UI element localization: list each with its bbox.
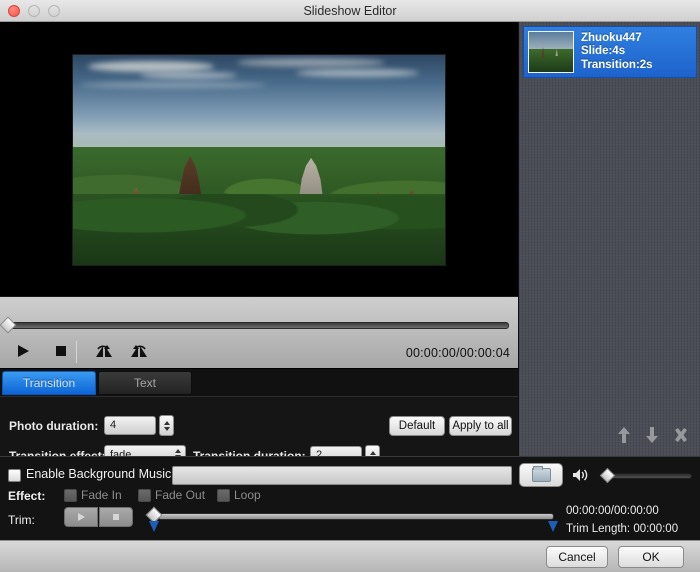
stepper-down-icon[interactable]: [163, 426, 170, 431]
trim-length: Trim Length: 00:00:00: [566, 523, 679, 535]
music-path-input[interactable]: [172, 466, 512, 485]
volume-slider-handle[interactable]: [599, 467, 616, 484]
photo-duration-label: Photo duration:: [9, 419, 99, 433]
stop-icon: [53, 343, 69, 364]
loop-label: Loop: [234, 488, 261, 502]
dialog-footer: Cancel OK: [0, 540, 700, 572]
playback-scrubber-track[interactable]: [9, 322, 509, 329]
move-down-icon[interactable]: [645, 426, 659, 449]
trim-end-marker[interactable]: [548, 521, 558, 532]
stepper-up-icon[interactable]: [369, 450, 376, 455]
title-bar: Slideshow Editor: [0, 0, 700, 22]
trim-label: Trim:: [8, 513, 35, 527]
cloud: [80, 82, 267, 89]
slide-duration: Slide:4s: [581, 45, 626, 58]
stop-button[interactable]: [46, 341, 76, 365]
playback-timecode: 00:00:00/00:00:04: [405, 346, 510, 360]
enable-background-music-checkbox[interactable]: [8, 469, 21, 482]
loop-checkbox[interactable]: [217, 489, 230, 502]
trim-stop-button[interactable]: [99, 507, 133, 527]
folder-icon: [531, 466, 551, 482]
browse-music-button[interactable]: [519, 463, 563, 487]
playback-scrubber-handle[interactable]: [0, 316, 17, 334]
cloud: [87, 61, 215, 73]
preview-area: [0, 22, 518, 296]
trim-timecode: 00:00:00/00:00:00: [566, 505, 659, 517]
rotate-right-icon: [130, 343, 150, 364]
cloud: [139, 72, 237, 80]
cloud: [236, 58, 386, 68]
toolbar-divider: [76, 341, 77, 363]
move-up-icon[interactable]: [617, 426, 631, 449]
default-button[interactable]: Default: [389, 416, 445, 436]
photo-duration-input[interactable]: 4: [104, 416, 156, 435]
apply-to-all-button[interactable]: Apply to all: [449, 416, 512, 436]
slide-transition: Transition:2s: [581, 58, 653, 71]
slide-list-tools: [519, 420, 700, 454]
trim-start-marker[interactable]: [149, 521, 159, 532]
playback-bar: 00:00:00/00:00:04: [0, 296, 518, 368]
window-title: Slideshow Editor: [303, 3, 397, 18]
slide-list-item[interactable]: Zhuoku447 Slide:4s Transition:2s: [523, 26, 697, 78]
trim-slider-track[interactable]: [158, 513, 554, 520]
enable-background-music-label: Enable Background Music: [26, 467, 172, 481]
fade-out-label: Fade Out: [155, 488, 206, 502]
remove-icon[interactable]: [673, 427, 689, 448]
photo-duration-stepper[interactable]: [159, 415, 174, 436]
photo-foreground-trees: [73, 193, 445, 265]
play-button[interactable]: [8, 341, 38, 365]
cloud: [296, 69, 419, 78]
fade-out-checkbox[interactable]: [138, 489, 151, 502]
rotate-left-icon: [93, 343, 113, 364]
slide-thumbnail: [528, 31, 574, 73]
editor-tabs: Transition Text: [0, 368, 518, 396]
fade-in-label: Fade In: [81, 488, 122, 502]
tab-transition[interactable]: Transition: [2, 371, 96, 395]
background-music-panel: Enable Background Music Effect: Fade In …: [0, 456, 700, 540]
ok-button[interactable]: OK: [618, 546, 684, 568]
slideshow-editor-window: Slideshow Editor 00:00:00/00:00:04 Trans…: [0, 0, 700, 572]
tab-text[interactable]: Text: [98, 371, 192, 395]
volume-slider-track[interactable]: [608, 473, 692, 479]
preview-image[interactable]: [72, 54, 446, 266]
rotate-right-button[interactable]: [125, 341, 155, 365]
rotate-left-button[interactable]: [88, 341, 118, 365]
playback-controls: 00:00:00/00:00:04: [0, 337, 518, 369]
slide-name: Zhuoku447: [581, 31, 642, 44]
volume-icon[interactable]: [572, 468, 590, 487]
stepper-up-icon[interactable]: [163, 420, 170, 425]
fade-in-checkbox[interactable]: [64, 489, 77, 502]
trim-play-button[interactable]: [64, 507, 98, 527]
play-icon: [15, 343, 31, 364]
effect-label: Effect:: [8, 489, 46, 503]
cancel-button[interactable]: Cancel: [546, 546, 608, 568]
slide-metadata: Zhuoku447 Slide:4s Transition:2s: [581, 32, 653, 73]
